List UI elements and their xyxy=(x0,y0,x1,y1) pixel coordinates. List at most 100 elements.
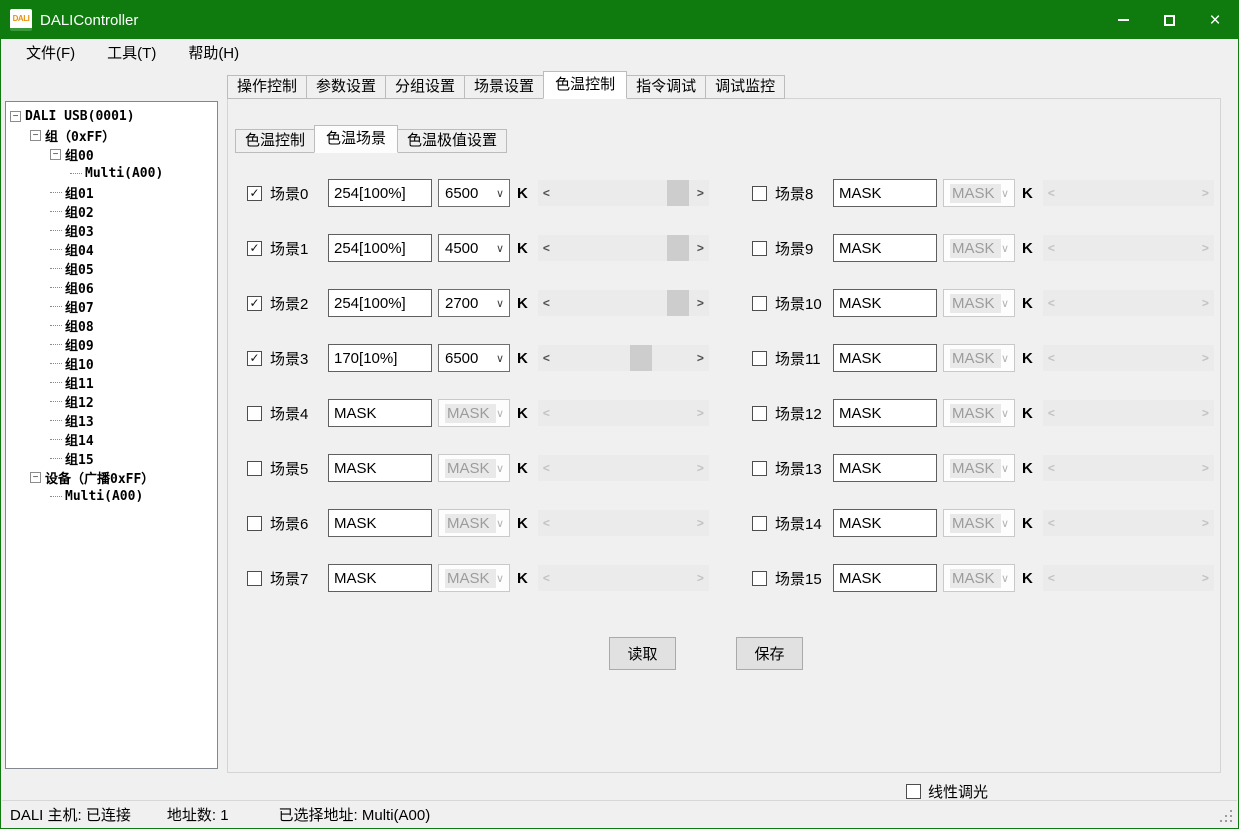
scroll-thumb[interactable] xyxy=(667,290,689,316)
read-button[interactable]: 读取 xyxy=(609,637,676,670)
scroll-left-arrow-icon[interactable]: < xyxy=(538,345,555,371)
tab-main-5[interactable]: 指令调试 xyxy=(626,75,706,99)
scene-checkbox[interactable] xyxy=(752,296,767,311)
tab-main-3[interactable]: 场景设置 xyxy=(464,75,544,99)
close-button[interactable]: × xyxy=(1192,1,1238,39)
scroll-right-arrow-icon[interactable]: > xyxy=(692,180,709,206)
tree-node[interactable]: −DALI USB(0001) xyxy=(6,107,217,126)
scene-colortemp-select[interactable]: 6500∨ xyxy=(438,179,510,207)
scene-brightness-input[interactable] xyxy=(833,509,937,537)
scene-colortemp-select[interactable]: 4500∨ xyxy=(438,234,510,262)
scroll-right-arrow-icon[interactable]: > xyxy=(692,235,709,261)
menu-item-0[interactable]: 文件(F) xyxy=(10,39,91,69)
scene-checkbox[interactable] xyxy=(247,571,262,586)
tree-node[interactable]: 组05 xyxy=(6,259,217,278)
tree-node[interactable]: 组03 xyxy=(6,221,217,240)
tree-node[interactable]: 组09 xyxy=(6,335,217,354)
tree-node[interactable]: 组15 xyxy=(6,449,217,468)
menu-item-1[interactable]: 工具(T) xyxy=(91,39,172,69)
scene-brightness-input[interactable] xyxy=(328,399,432,427)
tree-node[interactable]: 组07 xyxy=(6,297,217,316)
scene-checkbox[interactable] xyxy=(752,351,767,366)
tree-node[interactable]: 组13 xyxy=(6,411,217,430)
colortemp-scrollbar[interactable]: <> xyxy=(538,180,709,206)
scene-brightness-input[interactable] xyxy=(328,344,432,372)
scene-checkbox[interactable] xyxy=(752,406,767,421)
scene-checkbox[interactable] xyxy=(752,571,767,586)
resize-grip[interactable] xyxy=(1230,820,1232,822)
scroll-left-arrow-icon[interactable]: < xyxy=(538,180,555,206)
scroll-left-arrow-icon[interactable]: < xyxy=(538,290,555,316)
save-button[interactable]: 保存 xyxy=(736,637,803,670)
scene-brightness-input[interactable] xyxy=(328,564,432,592)
tab-sub-1[interactable]: 色温场景 xyxy=(314,125,398,153)
scene-colortemp-select: MASK∨ xyxy=(943,454,1015,482)
tree-node[interactable]: 组08 xyxy=(6,316,217,335)
scene-checkbox[interactable]: ✓ xyxy=(247,296,262,311)
scroll-thumb[interactable] xyxy=(630,345,652,371)
tree-node[interactable]: 组12 xyxy=(6,392,217,411)
tab-main-6[interactable]: 调试监控 xyxy=(705,75,785,99)
scroll-right-arrow-icon[interactable]: > xyxy=(692,345,709,371)
scene-brightness-input[interactable] xyxy=(328,289,432,317)
tab-main-4[interactable]: 色温控制 xyxy=(543,71,627,99)
tree-expander-icon[interactable]: − xyxy=(50,149,61,160)
scene-colortemp-select[interactable]: 2700∨ xyxy=(438,289,510,317)
scroll-right-arrow-icon[interactable]: > xyxy=(692,290,709,316)
scene-brightness-input[interactable] xyxy=(833,234,937,262)
tree-node[interactable]: 组06 xyxy=(6,278,217,297)
scene-checkbox[interactable] xyxy=(247,461,262,476)
scene-checkbox[interactable]: ✓ xyxy=(247,186,262,201)
scroll-thumb[interactable] xyxy=(667,235,689,261)
scene-colortemp-select[interactable]: 6500∨ xyxy=(438,344,510,372)
scene-checkbox[interactable] xyxy=(247,406,262,421)
scene-brightness-input[interactable] xyxy=(833,179,937,207)
tree-node[interactable]: 组02 xyxy=(6,202,217,221)
tree-node[interactable]: −设备（广播0xFF） xyxy=(6,468,217,487)
scene-checkbox[interactable] xyxy=(247,516,262,531)
tab-main-2[interactable]: 分组设置 xyxy=(385,75,465,99)
scene-brightness-input[interactable] xyxy=(328,454,432,482)
menu-item-2[interactable]: 帮助(H) xyxy=(172,39,255,69)
tab-main-0[interactable]: 操作控制 xyxy=(227,75,307,99)
scene-checkbox[interactable] xyxy=(752,186,767,201)
scroll-left-arrow-icon[interactable]: < xyxy=(538,235,555,261)
minimize-button[interactable] xyxy=(1100,1,1146,39)
scene-brightness-input[interactable] xyxy=(833,564,937,592)
scene-checkbox[interactable] xyxy=(752,461,767,476)
scene-checkbox[interactable]: ✓ xyxy=(247,241,262,256)
colortemp-scrollbar[interactable]: <> xyxy=(538,235,709,261)
tab-main-1[interactable]: 参数设置 xyxy=(306,75,386,99)
scene-checkbox[interactable] xyxy=(752,241,767,256)
maximize-button[interactable] xyxy=(1146,1,1192,39)
scene-brightness-input[interactable] xyxy=(833,454,937,482)
linear-dimming-checkbox[interactable] xyxy=(906,784,921,799)
tree-expander-icon[interactable]: − xyxy=(30,130,41,141)
scene-brightness-input[interactable] xyxy=(328,509,432,537)
scene-row: ✓场景14500∨K<> xyxy=(247,234,709,262)
tree-node[interactable]: 组11 xyxy=(6,373,217,392)
colortemp-scrollbar[interactable]: <> xyxy=(538,290,709,316)
tree-node[interactable]: −组00 xyxy=(6,145,217,164)
scene-brightness-input[interactable] xyxy=(328,179,432,207)
tree-node[interactable]: 组14 xyxy=(6,430,217,449)
tree-expander-icon[interactable]: − xyxy=(10,111,21,122)
colortemp-scrollbar[interactable]: <> xyxy=(538,345,709,371)
scroll-thumb[interactable] xyxy=(667,180,689,206)
scene-brightness-input[interactable] xyxy=(833,399,937,427)
tab-sub-0[interactable]: 色温控制 xyxy=(235,129,315,153)
scene-brightness-input[interactable] xyxy=(833,289,937,317)
tree-node[interactable]: −组（0xFF） xyxy=(6,126,217,145)
tree-expander-icon[interactable]: − xyxy=(30,472,41,483)
scene-brightness-input[interactable] xyxy=(833,344,937,372)
scene-brightness-input[interactable] xyxy=(328,234,432,262)
tree-node[interactable]: Multi(A00) xyxy=(6,487,217,506)
tab-sub-2[interactable]: 色温极值设置 xyxy=(397,129,507,153)
tree-node[interactable]: 组01 xyxy=(6,183,217,202)
colortemp-value: MASK xyxy=(950,514,1001,533)
scene-checkbox[interactable] xyxy=(752,516,767,531)
tree-node[interactable]: 组10 xyxy=(6,354,217,373)
tree-node[interactable]: Multi(A00) xyxy=(6,164,217,183)
tree-node[interactable]: 组04 xyxy=(6,240,217,259)
scene-checkbox[interactable]: ✓ xyxy=(247,351,262,366)
